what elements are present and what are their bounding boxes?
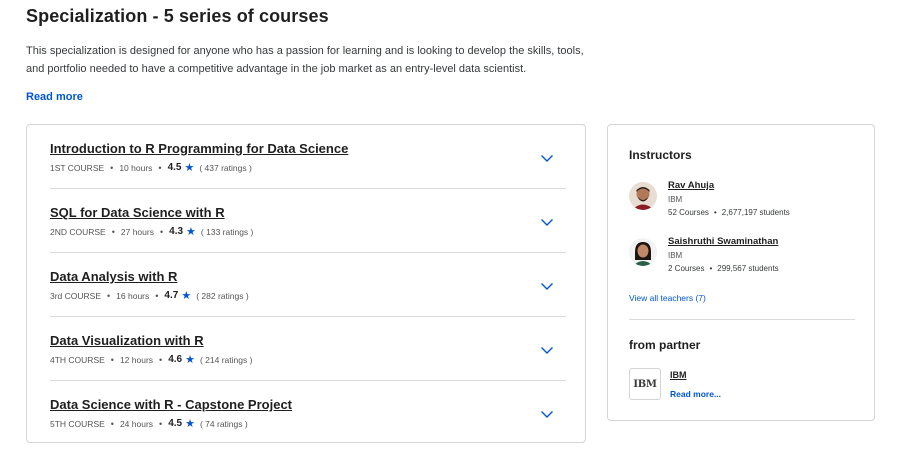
course-ratings-count: ( 74 ratings ) [199,418,248,429]
star-icon: ★ [184,162,195,174]
divider [629,319,855,320]
instructor-stats: 2 Courses • 299,567 students [668,264,779,273]
read-more-link[interactable]: Read more [26,91,83,103]
chevron-down-icon[interactable] [540,279,554,293]
course-item[interactable]: Introduction to R Programming for Data S… [50,125,566,189]
instructors-panel: Instructors Rav Ahuja IBM 52 Courses • 2,6… [607,124,875,421]
instructor-stats: 52 Courses • 2,677,197 students [668,208,790,217]
course-order: 2ND COURSE [50,226,106,237]
course-title-link[interactable]: Data Science with R - Capstone Project [50,397,292,412]
course-meta: 1ST COURSE • 10 hours • 4.5 ★ ( 437 rati… [50,162,252,174]
course-rating: 4.6 [168,354,183,365]
instructor-name-link[interactable]: Saishruthi Swaminathan [668,236,778,247]
course-title-link[interactable]: SQL for Data Science with R [50,205,225,220]
chevron-down-icon[interactable] [540,151,554,165]
star-icon: ★ [186,226,196,238]
course-order: 1ST COURSE [50,162,105,173]
course-item[interactable]: Data Analysis with R 3rd COURSE • 16 hou… [50,253,566,317]
chevron-down-icon[interactable] [540,407,554,421]
star-icon: ★ [185,418,195,430]
chevron-down-icon[interactable] [540,215,554,229]
instructors-heading: Instructors [629,148,692,162]
course-meta: 4TH COURSE • 12 hours • 4.6 ★ ( 214 rati… [50,354,253,366]
instructor-org: IBM [668,251,683,260]
star-icon: ★ [181,290,192,302]
course-item[interactable]: SQL for Data Science with R 2ND COURSE •… [50,189,566,253]
course-hours: 16 hours [116,290,150,301]
course-ratings-count: ( 133 ratings ) [200,226,254,237]
partner-read-more-link[interactable]: Read more... [670,389,721,399]
course-title-link[interactable]: Data Analysis with R [50,269,177,284]
course-hours: 27 hours [120,226,154,237]
ibm-logo[interactable]: IBM [629,368,661,400]
instructor-card: Rav Ahuja IBM 52 Courses • 2,677,197 stude… [629,180,859,228]
specialization-description: This specialization is designed for anyo… [26,45,584,75]
course-title-link[interactable]: Introduction to R Programming for Data S… [50,141,348,156]
course-order: 3rd COURSE [50,290,102,301]
avatar[interactable] [629,182,657,210]
course-rating: 4.7 [164,290,179,301]
instructor-card: Saishruthi Swaminathan IBM 2 Courses • 299… [629,236,859,284]
course-ratings-count: ( 214 ratings ) [199,354,253,365]
partner-heading: from partner [629,338,701,352]
page-title: Specialization - 5 series of courses [26,6,329,26]
view-all-teachers-link[interactable]: View all teachers (7) [629,293,706,303]
chevron-down-icon[interactable] [540,343,554,357]
course-list-panel: Introduction to R Programming for Data S… [26,124,586,443]
course-meta: 3rd COURSE • 16 hours • 4.7 ★ ( 282 rati… [50,290,249,302]
course-meta: 2ND COURSE • 27 hours • 4.3 ★ ( 133 rati… [50,226,254,238]
star-icon: ★ [185,354,195,366]
course-hours: 24 hours [119,418,154,429]
course-hours: 10 hours [119,162,153,173]
instructor-name-link[interactable]: Rav Ahuja [668,180,714,191]
course-ratings-count: ( 282 ratings ) [196,290,249,301]
course-title-link[interactable]: Data Visualization with R [50,333,204,348]
course-order: 4TH COURSE [50,354,105,365]
course-item[interactable]: Data Visualization with R 4TH COURSE • 1… [50,317,566,381]
course-rating: 4.5 [168,418,183,429]
course-meta: 5TH COURSE • 24 hours • 4.5 ★ ( 74 ratin… [50,418,248,430]
course-hours: 12 hours [119,354,154,365]
course-rating: 4.3 [169,226,184,237]
course-ratings-count: ( 437 ratings ) [199,162,252,173]
course-order: 5TH COURSE [50,418,105,429]
course-item[interactable]: Data Science with R - Capstone Project 5… [50,381,566,445]
partner-name-link[interactable]: IBM [670,370,687,380]
course-rating: 4.5 [167,162,182,173]
avatar[interactable] [629,238,657,266]
instructor-org: IBM [668,195,683,204]
